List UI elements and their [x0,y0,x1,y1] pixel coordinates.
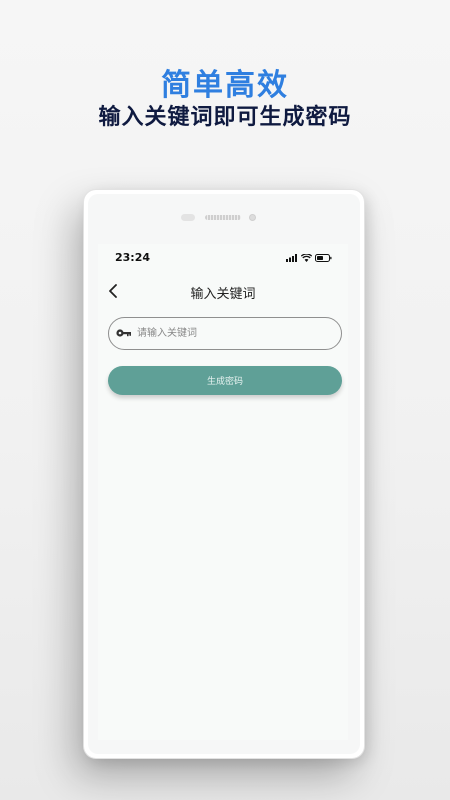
keyword-input-container[interactable] [108,317,342,350]
generate-password-button[interactable]: 生成密码 [108,366,342,395]
status-icons [286,253,332,263]
phone-mockup: 23:24 输入关键词 请输入关键词 生成密码 [84,190,364,758]
proximity-sensor [181,214,195,221]
status-time: 23:24 [115,251,151,264]
promo-subtitle: 输入关键词即可生成密码 [98,105,352,130]
app-screen: 23:24 输入关键词 请输入关键词 生成密码 [98,244,348,740]
wifi-icon [301,254,312,262]
app-header: 输入关键词 [98,280,348,302]
keyword-input[interactable] [137,318,333,349]
status-bar: 23:24 [98,244,348,268]
signal-icon [286,254,297,262]
promo-title: 简单高效 [161,68,289,103]
phone-top-sensors [84,213,364,223]
key-icon [116,326,132,340]
battery-icon [315,254,332,262]
speaker-grill [205,215,241,220]
front-camera [249,214,256,221]
page-title: 输入关键词 [190,287,256,302]
